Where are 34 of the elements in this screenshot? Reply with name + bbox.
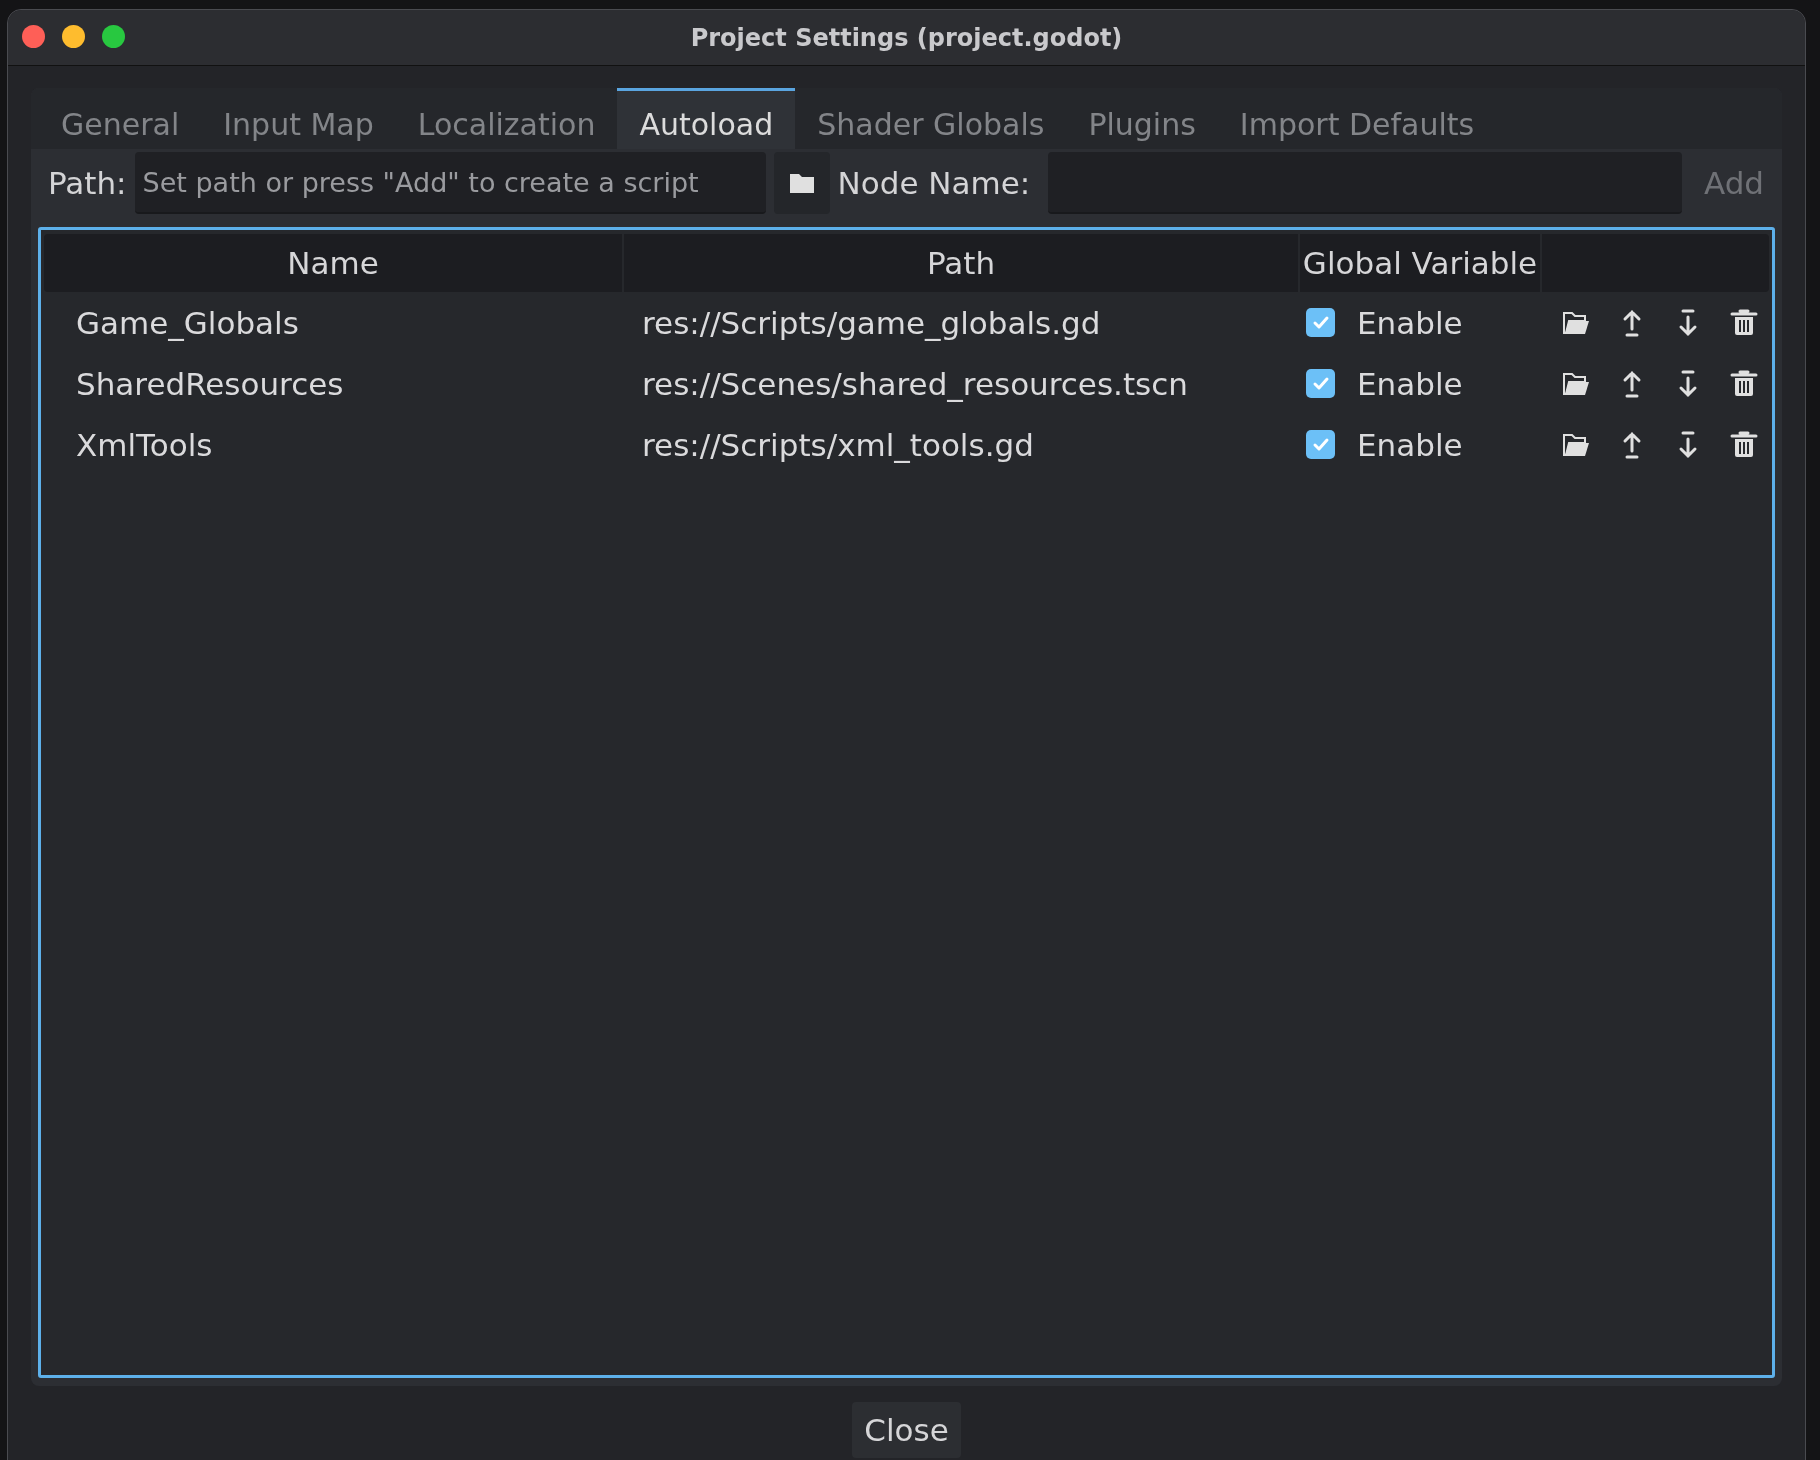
tab[interactable]: Import Defaults (1217, 88, 1497, 149)
close-button[interactable]: Close (852, 1402, 961, 1458)
enable-checkbox[interactable] (1306, 430, 1335, 459)
column-header: Name (44, 234, 624, 292)
tab[interactable]: Plugins (1066, 88, 1218, 149)
minimize-window-button[interactable] (62, 25, 85, 48)
tab[interactable]: Input Map (201, 88, 396, 149)
tab[interactable]: Localization (395, 88, 618, 149)
table-cell-text: res://Scripts/xml_tools.gd (641, 426, 1035, 463)
tab[interactable]: Autoload (617, 88, 796, 149)
path-field[interactable]: Set path or press "Add" to create a script (134, 152, 766, 214)
node-name-label: Node Name: (837, 165, 1031, 201)
zoom-window-button[interactable] (102, 25, 125, 48)
browse-button[interactable] (773, 152, 830, 214)
table-cell-text: XmlTools (75, 426, 214, 463)
window-title: Project Settings (project.godot) (690, 23, 1123, 52)
delete-icon[interactable] (1729, 307, 1759, 338)
delete-icon[interactable] (1729, 429, 1759, 460)
column-header: Global Variable (1300, 234, 1542, 292)
checkbox-label: Enable (1357, 365, 1463, 402)
table-cell-text: res://Scenes/shared_resources.tscn (641, 365, 1189, 402)
tab[interactable]: General (39, 88, 202, 149)
table-cell-text: Game_Globals (75, 304, 300, 341)
tab[interactable]: Shader Globals (795, 88, 1067, 149)
enable-checkbox[interactable] (1306, 308, 1335, 337)
table-cell-text: SharedResources (75, 365, 345, 402)
delete-icon[interactable] (1729, 368, 1759, 399)
column-header: Path (624, 234, 1300, 292)
enable-checkbox[interactable] (1306, 369, 1335, 398)
checkbox-label: Enable (1357, 304, 1463, 341)
checkbox-label: Enable (1357, 426, 1463, 463)
close-window-button[interactable] (22, 25, 45, 48)
path-label: Path: (48, 165, 127, 201)
table-cell-text: res://Scripts/game_globals.gd (641, 304, 1102, 341)
